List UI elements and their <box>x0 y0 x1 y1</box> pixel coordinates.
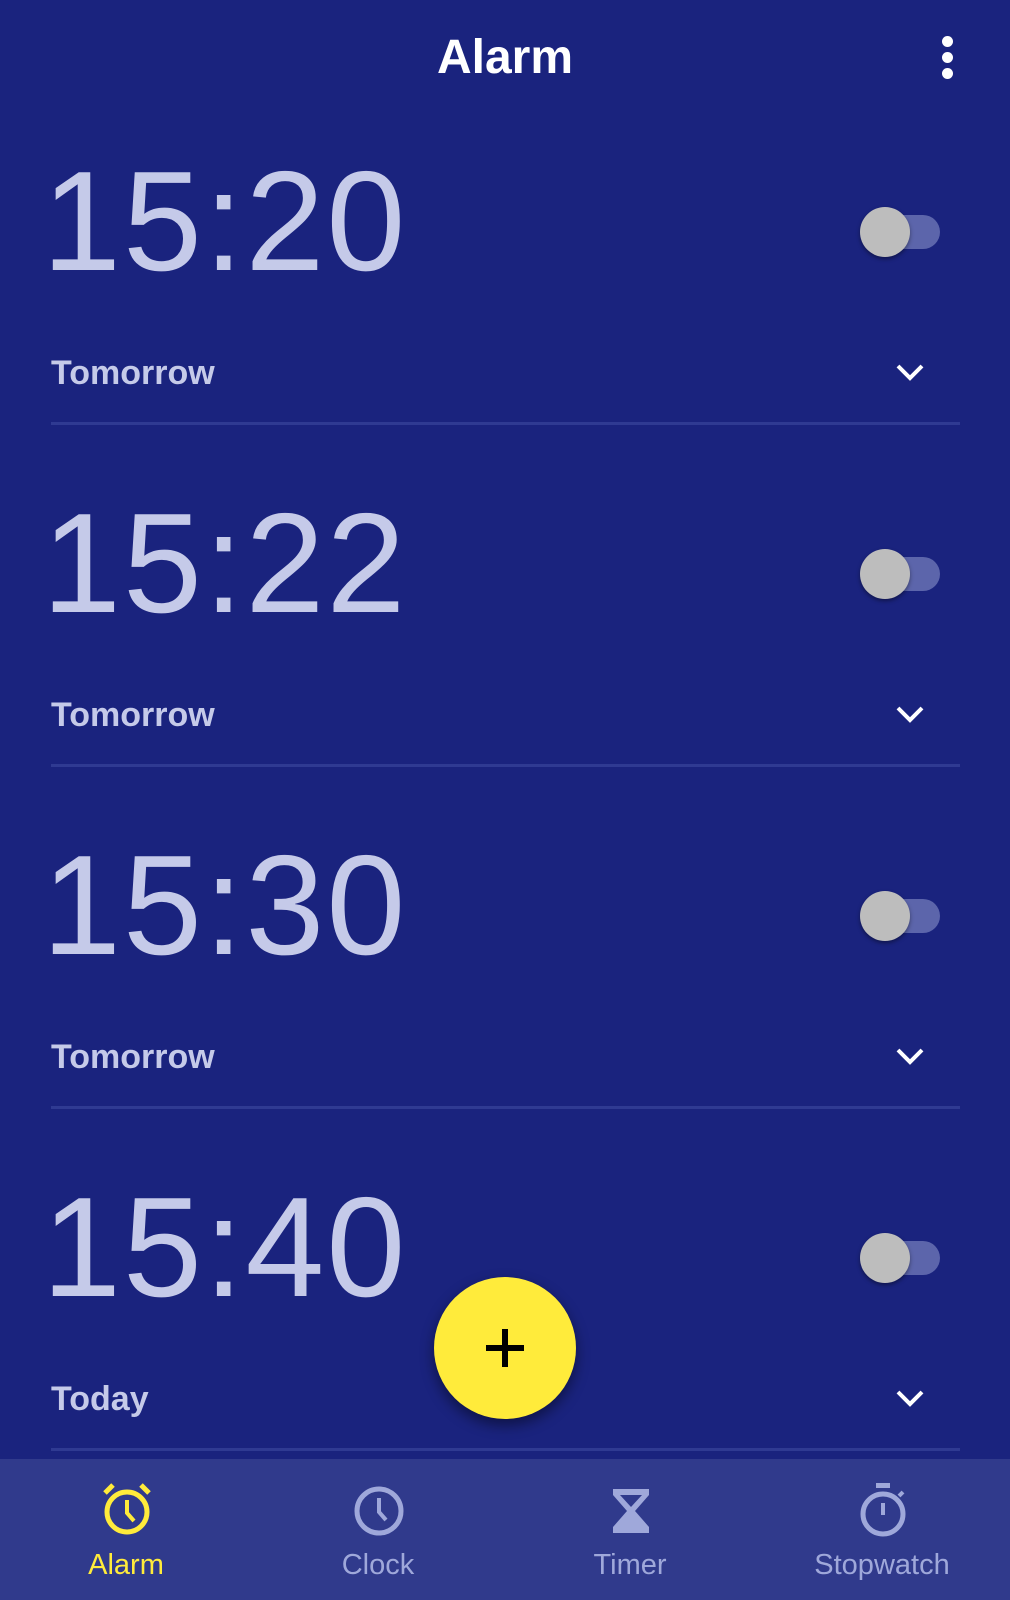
divider <box>51 1448 960 1451</box>
alarm-toggle[interactable] <box>860 202 942 257</box>
chevron-down-icon[interactable] <box>892 700 928 728</box>
nav-label: Timer <box>593 1549 667 1581</box>
alarm-item[interactable]: 15:22 Tomorrow <box>0 472 1010 814</box>
alarm-time[interactable]: 15:22 <box>42 482 407 646</box>
alarm-toggle[interactable] <box>860 1228 942 1283</box>
toggle-thumb <box>860 1233 910 1283</box>
toggle-thumb <box>860 207 910 257</box>
plus-icon <box>486 1329 524 1367</box>
alarm-toggle[interactable] <box>860 544 942 599</box>
nav-tab-clock[interactable]: Clock <box>252 1459 504 1600</box>
chevron-down-icon[interactable] <box>892 1384 928 1412</box>
chevron-down-icon[interactable] <box>892 358 928 386</box>
hourglass-icon <box>613 1489 649 1533</box>
stopwatch-icon <box>860 1483 906 1537</box>
bottom-navigation: Alarm Clock Timer Stopwatch <box>0 1459 1010 1600</box>
alarm-item[interactable]: 15:20 Tomorrow <box>0 130 1010 472</box>
alarm-day: Tomorrow <box>51 696 215 734</box>
divider <box>51 1106 960 1109</box>
divider <box>51 422 960 425</box>
alarm-time[interactable]: 15:40 <box>42 1166 407 1330</box>
nav-tab-stopwatch[interactable]: Stopwatch <box>756 1459 1008 1600</box>
alarm-day: Tomorrow <box>51 1038 215 1076</box>
alarm-item[interactable]: 15:30 Tomorrow <box>0 814 1010 1156</box>
alarm-time[interactable]: 15:30 <box>42 824 407 988</box>
app-bar: Alarm <box>0 0 1010 120</box>
alarm-toggle[interactable] <box>860 886 942 941</box>
chevron-down-icon[interactable] <box>892 1042 928 1070</box>
divider <box>51 764 960 767</box>
nav-label: Stopwatch <box>814 1549 950 1581</box>
alarm-day: Today <box>51 1380 149 1418</box>
toggle-thumb <box>860 549 910 599</box>
nav-label: Alarm <box>88 1549 164 1581</box>
alarm-day: Tomorrow <box>51 354 215 392</box>
nav-label: Clock <box>341 1549 415 1581</box>
more-vert-icon[interactable] <box>940 36 954 80</box>
alarm-time[interactable]: 15:20 <box>42 140 407 304</box>
nav-tab-alarm[interactable]: Alarm <box>0 1459 252 1600</box>
toggle-thumb <box>860 891 910 941</box>
add-alarm-button[interactable] <box>434 1277 576 1419</box>
page-title: Alarm <box>436 31 574 84</box>
nav-tab-timer[interactable]: Timer <box>504 1459 756 1600</box>
clock-icon <box>354 1486 404 1536</box>
alarm-icon <box>103 1483 151 1535</box>
